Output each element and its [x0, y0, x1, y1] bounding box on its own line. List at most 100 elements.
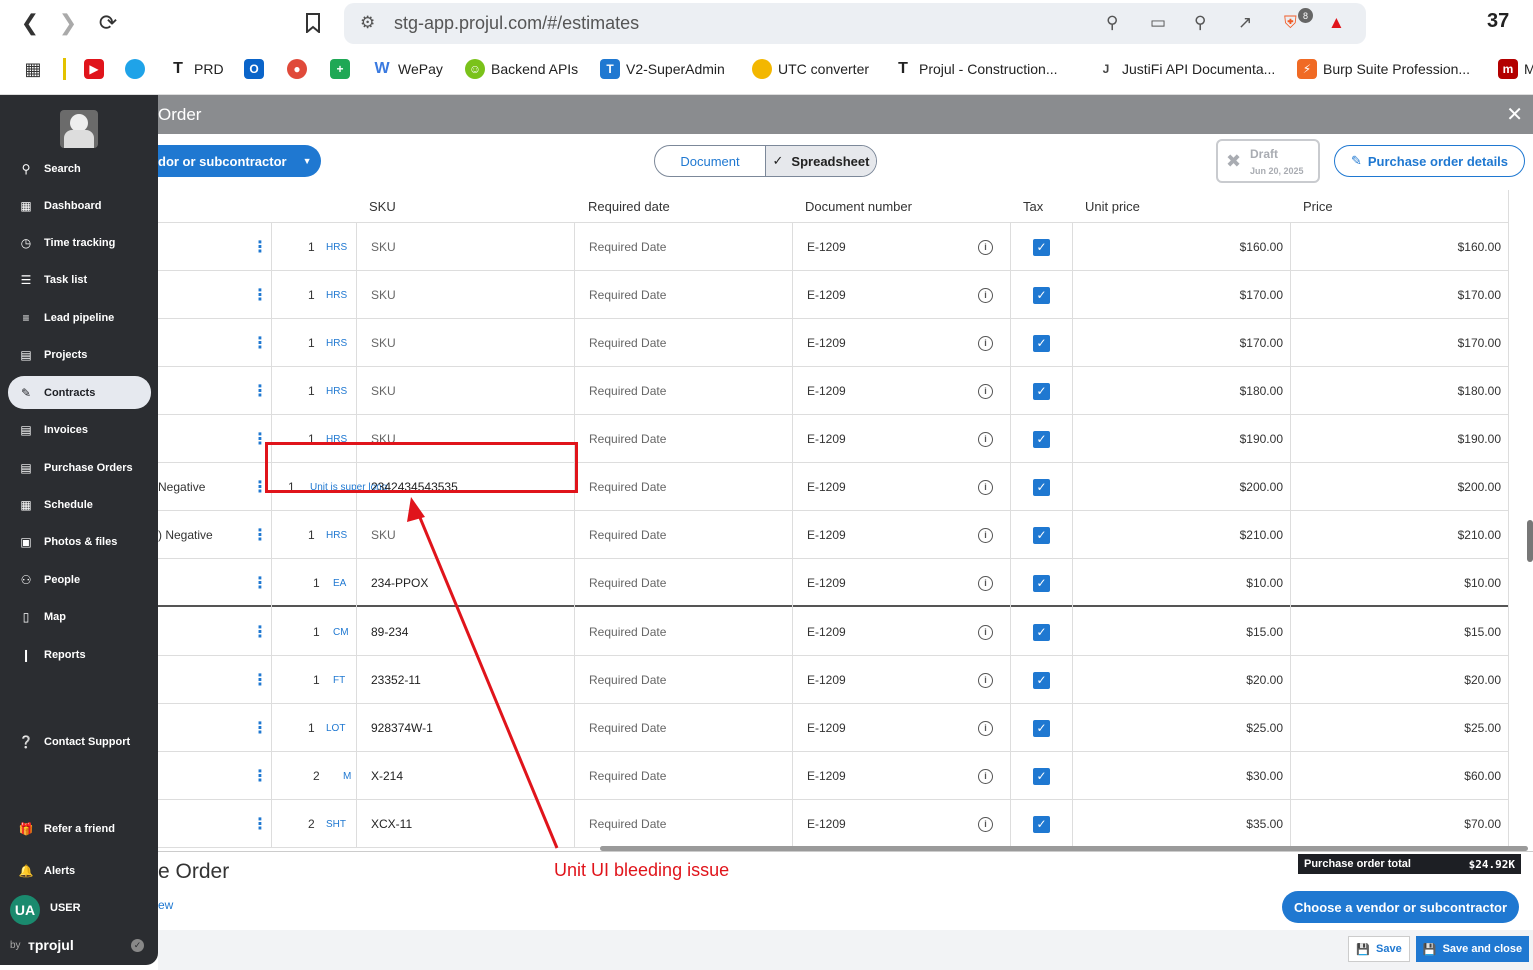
tax-checkbox[interactable]: ✓: [1033, 671, 1050, 689]
info-icon[interactable]: i: [978, 768, 993, 784]
required-date-cell[interactable]: Required Date: [589, 463, 666, 511]
info-icon[interactable]: i: [978, 383, 993, 399]
header-tax[interactable]: Tax: [1023, 199, 1043, 214]
info-icon[interactable]: i: [978, 479, 993, 495]
sidebar-item-map[interactable]: ▯ Map: [8, 600, 151, 633]
document-number-cell[interactable]: E-1209: [807, 704, 846, 752]
quantity-cell[interactable]: 2: [308, 800, 328, 848]
bookmark-apps[interactable]: ▦: [23, 58, 43, 80]
price-cell[interactable]: $170.00: [1308, 271, 1501, 319]
table-row[interactable]: ⋮ 1 HRS SKU Required Date E-1209 i ✓ $180.00 $180…: [158, 367, 1508, 415]
sku-cell[interactable]: SKU: [371, 223, 396, 271]
table-row[interactable]: ⋮ 1 HRS SKU Required Date E-1209 i ✓ $170.00 $170…: [158, 319, 1508, 367]
tax-checkbox[interactable]: ✓: [1033, 526, 1050, 544]
share-icon[interactable]: ↗: [1238, 13, 1252, 33]
bookmark-icon[interactable]: [300, 10, 326, 36]
quantity-cell[interactable]: 1: [313, 608, 333, 656]
unit-price-cell[interactable]: $15.00: [1090, 608, 1283, 656]
view-document-button[interactable]: Document: [655, 146, 765, 176]
address-bar[interactable]: ⚙ stg-app.projul.com/#/estimates ⚲ ▭ ⚲ ↗…: [344, 3, 1366, 44]
sidebar-item-lead-pipeline[interactable]: ≡ Lead pipeline: [8, 301, 151, 334]
price-cell[interactable]: $60.00: [1308, 752, 1501, 800]
reload-icon[interactable]: ⟳: [95, 10, 121, 36]
document-number-cell[interactable]: E-1209: [807, 271, 846, 319]
location-icon[interactable]: ⚲: [1106, 13, 1118, 33]
bookmark-edge[interactable]: [125, 58, 145, 80]
quantity-cell[interactable]: 2: [313, 752, 333, 800]
bookmark-m[interactable]: mM: [1498, 58, 1533, 80]
bookmark-v2-superadmin[interactable]: T V2-SuperAdmin: [600, 58, 725, 80]
header-required-date[interactable]: Required date: [588, 199, 670, 214]
unit-cell[interactable]: LOT: [326, 704, 345, 752]
row-menu-icon[interactable]: ⋮: [252, 559, 268, 607]
bookmark-record[interactable]: ●: [287, 58, 307, 80]
row-menu-icon[interactable]: ⋮: [252, 704, 268, 752]
footer-link[interactable]: ew: [158, 898, 173, 912]
unit-price-cell[interactable]: $200.00: [1090, 463, 1283, 511]
header-unit-price[interactable]: Unit price: [1085, 199, 1140, 214]
unit-price-cell[interactable]: $170.00: [1090, 319, 1283, 367]
choose-vendor-button[interactable]: Choose a vendor or subcontractor: [1282, 891, 1519, 923]
zoom-icon[interactable]: ⚲: [1194, 13, 1206, 33]
user-avatar[interactable]: UA: [10, 895, 40, 925]
sidebar-item-schedule[interactable]: ▦ Schedule: [8, 488, 151, 521]
bookmark-youtube[interactable]: ▶: [84, 58, 104, 80]
sidebar-item-time-tracking[interactable]: ◷ Time tracking: [8, 226, 151, 259]
profile-photo[interactable]: [60, 110, 98, 148]
choose-vendor-dropdown[interactable]: dor or subcontractor ▼: [158, 145, 321, 177]
back-icon[interactable]: ❮: [17, 10, 43, 36]
tax-checkbox[interactable]: ✓: [1033, 815, 1050, 833]
tab-count[interactable]: 37: [1487, 10, 1509, 33]
row-menu-icon[interactable]: ⋮: [252, 367, 268, 415]
bookmark-justifi[interactable]: J JustiFi API Documenta...: [1096, 58, 1276, 80]
unit-cell[interactable]: HRS: [326, 271, 347, 319]
required-date-cell[interactable]: Required Date: [589, 608, 666, 656]
quantity-cell[interactable]: 1: [313, 559, 333, 607]
document-number-cell[interactable]: E-1209: [807, 367, 846, 415]
required-date-cell[interactable]: Required Date: [589, 559, 666, 607]
sku-cell[interactable]: SKU: [371, 367, 396, 415]
site-settings-icon[interactable]: ⚙: [360, 13, 375, 33]
info-icon[interactable]: i: [978, 720, 993, 736]
url-text[interactable]: stg-app.projul.com/#/estimates: [394, 13, 639, 34]
price-cell[interactable]: $25.00: [1308, 704, 1501, 752]
sku-cell[interactable]: 23352-11: [371, 656, 421, 704]
save-and-close-button[interactable]: 💾 Save and close: [1416, 936, 1529, 962]
alerts[interactable]: 🔔 Alerts: [8, 854, 151, 887]
bookmark-backend-apis[interactable]: ☺ Backend APIs: [465, 58, 578, 80]
row-menu-icon[interactable]: ⋮: [252, 800, 268, 848]
unit-cell[interactable]: SHT: [326, 800, 346, 848]
tax-checkbox[interactable]: ✓: [1033, 238, 1050, 256]
required-date-cell[interactable]: Required Date: [589, 704, 666, 752]
save-button[interactable]: 💾 Save: [1348, 936, 1410, 962]
unit-price-cell[interactable]: $180.00: [1090, 367, 1283, 415]
document-number-cell[interactable]: E-1209: [807, 319, 846, 367]
row-menu-icon[interactable]: ⋮: [252, 511, 268, 559]
document-number-cell[interactable]: E-1209: [807, 559, 846, 607]
required-date-cell[interactable]: Required Date: [589, 271, 666, 319]
unit-price-cell[interactable]: $190.00: [1090, 415, 1283, 463]
tax-checkbox[interactable]: ✓: [1033, 430, 1050, 448]
contact-support[interactable]: ❔ Contact Support: [8, 725, 151, 758]
user-name[interactable]: USER: [50, 902, 81, 914]
price-cell[interactable]: $200.00: [1308, 463, 1501, 511]
required-date-cell[interactable]: Required Date: [589, 415, 666, 463]
unit-cell[interactable]: HRS: [326, 511, 347, 559]
unit-cell[interactable]: HRS: [326, 319, 347, 367]
table-row[interactable]: ⋮ 1 CM 89-234 Required Date E-1209 i ✓ $15.00 $15…: [158, 608, 1508, 656]
required-date-cell[interactable]: Required Date: [589, 800, 666, 848]
sku-cell[interactable]: 89-234: [371, 608, 408, 656]
refer-a-friend[interactable]: 🎁 Refer a friend: [8, 812, 151, 845]
unit-price-cell[interactable]: $30.00: [1090, 752, 1283, 800]
document-number-cell[interactable]: E-1209: [807, 415, 846, 463]
bookmark-utc-converter[interactable]: UTC converter: [752, 58, 869, 80]
document-number-cell[interactable]: E-1209: [807, 608, 846, 656]
price-cell[interactable]: $160.00: [1308, 223, 1501, 271]
info-icon[interactable]: i: [978, 575, 993, 591]
quantity-cell[interactable]: 1: [308, 319, 328, 367]
row-menu-icon[interactable]: ⋮: [252, 608, 268, 656]
purchase-order-details-button[interactable]: ✎ Purchase order details: [1334, 145, 1525, 177]
sidebar-item-task-list[interactable]: ☰ Task list: [8, 263, 151, 296]
tax-checkbox[interactable]: ✓: [1033, 478, 1050, 496]
sku-cell[interactable]: 928374W-1: [371, 704, 433, 752]
